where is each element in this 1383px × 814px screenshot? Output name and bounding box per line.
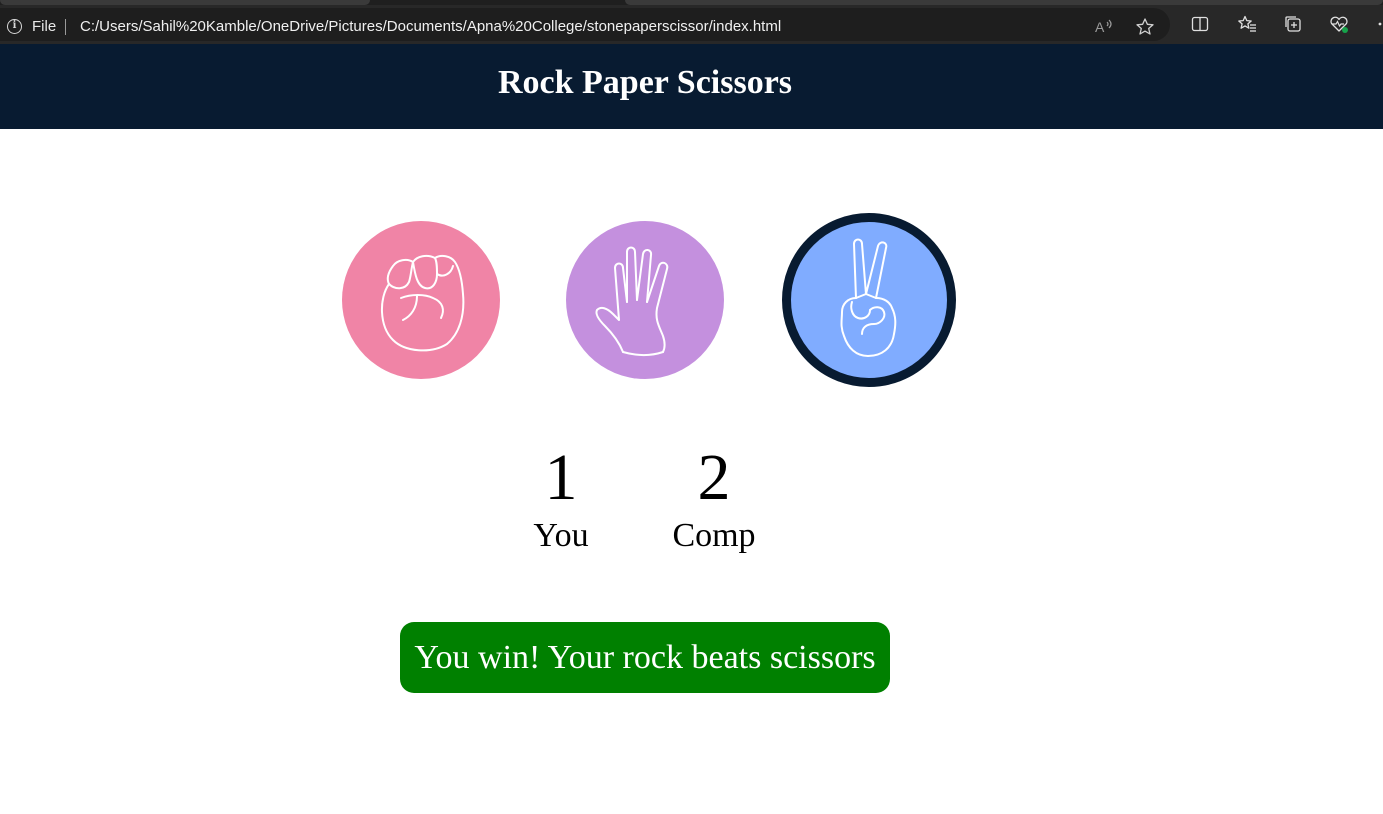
rock-hand-icon	[380, 254, 465, 352]
info-icon[interactable]: i	[7, 19, 22, 34]
favorites-icon[interactable]	[1236, 13, 1258, 35]
favorite-star-icon[interactable]	[1134, 16, 1156, 38]
rock-choice-button[interactable]	[342, 221, 500, 379]
read-aloud-icon[interactable]: A	[1093, 16, 1115, 38]
url-text[interactable]: C:/Users/Sahil%20Kamble/OneDrive/Picture…	[80, 18, 781, 35]
comp-score-label: Comp	[672, 517, 756, 554]
comp-score-value: 2	[697, 441, 731, 514]
user-score-label: You	[533, 517, 589, 554]
page-header: Rock Paper Scissors	[0, 44, 1383, 129]
paper-choice-button[interactable]	[566, 221, 724, 379]
result-message: You win! Your rock beats scissors	[400, 622, 890, 693]
paper-hand-icon	[595, 246, 669, 356]
scissors-choice-button[interactable]	[782, 213, 956, 387]
user-score: 1 You	[501, 445, 621, 553]
address-bar[interactable]: i File C:/Users/Sahil%20Kamble/OneDrive/…	[0, 8, 1170, 41]
svg-text:A: A	[1095, 19, 1105, 35]
scissors-hand-icon	[840, 238, 897, 357]
comp-score: 2 Comp	[654, 445, 774, 553]
split-screen-icon[interactable]	[1189, 13, 1211, 35]
user-score-value: 1	[544, 441, 578, 514]
browser-toolbar: i File C:/Users/Sahil%20Kamble/OneDrive/…	[0, 5, 1383, 44]
more-icon[interactable]	[1372, 13, 1383, 35]
collections-icon[interactable]	[1282, 13, 1304, 35]
site-info-label[interactable]: File	[32, 18, 56, 35]
browser-essentials-icon[interactable]	[1328, 13, 1350, 35]
page-title: Rock Paper Scissors	[497, 64, 793, 101]
address-divider	[65, 19, 66, 35]
